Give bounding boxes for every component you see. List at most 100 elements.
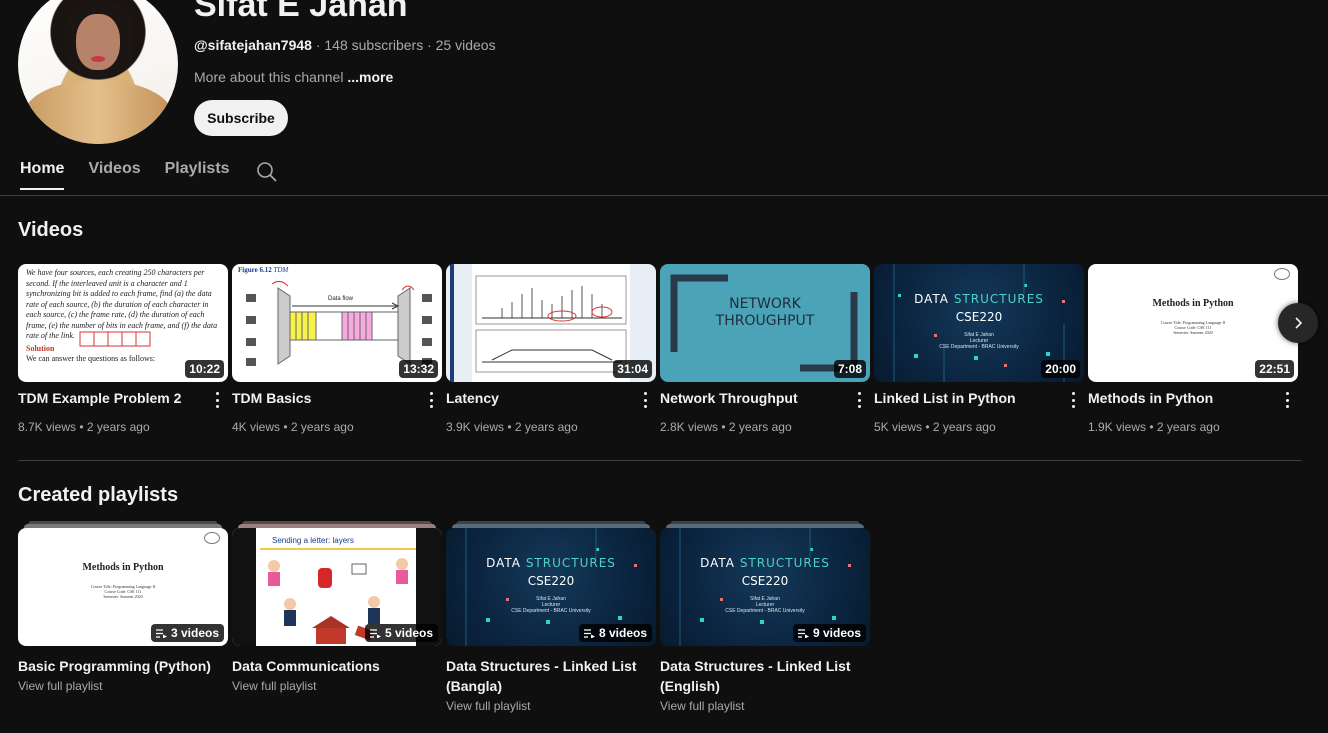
playlist-thumbnail[interactable]: Methods in Python Course Title: Programm… bbox=[18, 528, 228, 646]
playlists-section-title: Created playlists bbox=[18, 484, 179, 506]
video-title[interactable]: TDM Basics bbox=[232, 390, 311, 406]
playlist-count: 9 videos bbox=[792, 624, 866, 642]
thumb-course-info: Course Title: Programming Language II Cou… bbox=[90, 584, 156, 599]
channel-name: Sifat E Jahan bbox=[194, 0, 408, 24]
video-meta: 1.9K views • 2 years ago bbox=[1088, 420, 1220, 434]
video-thumbnail[interactable]: DATA STRUCTURES CSE220 Sifat E Jahan Lect… bbox=[874, 264, 1084, 382]
video-duration: 22:51 bbox=[1255, 360, 1294, 378]
video-age: 2 years ago bbox=[514, 420, 578, 434]
video-views: 4K views bbox=[232, 420, 281, 434]
thumb-title: DATA STRUCTURES bbox=[700, 556, 830, 570]
kebab-menu-icon[interactable] bbox=[638, 390, 652, 410]
video-age: 2 years ago bbox=[290, 420, 354, 434]
thumb-title: DATA STRUCTURES bbox=[486, 556, 616, 570]
video-thumbnail[interactable]: NETWORK THROUGHPUT 7:08 bbox=[660, 264, 870, 382]
playlist-thumbnail[interactable]: DATA STRUCTURES CSE220 Sifat E Jahan Lect… bbox=[446, 528, 656, 646]
tab-home[interactable]: Home bbox=[20, 160, 65, 190]
kebab-menu-icon[interactable] bbox=[1066, 390, 1080, 410]
university-logo-icon bbox=[204, 532, 220, 544]
video-thumbnail[interactable]: Methods in Python Course Title: Programm… bbox=[1088, 264, 1298, 382]
playlist-count: 8 videos bbox=[578, 624, 652, 642]
thumb-credits: Sifat E Jahan Lecturer CSE Department - BR… bbox=[939, 332, 1019, 350]
playlist-title[interactable]: Data Structures - Linked List (Bangla) bbox=[446, 656, 656, 696]
subscribe-button[interactable]: Subscribe bbox=[194, 100, 288, 136]
channel-about[interactable]: More about this channel ...more bbox=[194, 69, 393, 85]
thumb-solution-label: Solution bbox=[26, 344, 55, 353]
video-title[interactable]: Network Throughput bbox=[660, 390, 798, 406]
view-playlist-link[interactable]: View full playlist bbox=[660, 699, 744, 713]
about-more-link[interactable]: ...more bbox=[347, 69, 393, 85]
kebab-menu-icon[interactable] bbox=[1280, 390, 1294, 410]
video-meta: 3.9K views • 2 years ago bbox=[446, 420, 578, 434]
thumb-title: Sending a letter: layers bbox=[272, 536, 354, 545]
thumb-credits: Sifat E Jahan Lecturer CSE Department - BR… bbox=[725, 596, 805, 614]
video-card[interactable]: DATA STRUCTURES CSE220 Sifat E Jahan Lect… bbox=[874, 264, 1084, 434]
video-duration: 10:22 bbox=[185, 360, 224, 378]
tabs-divider bbox=[0, 195, 1328, 196]
video-thumbnail[interactable]: Figure 6.12 TDM Data flow 13:32 bbox=[232, 264, 442, 382]
video-card[interactable]: 31:04 Latency 3.9K views • 2 years ago bbox=[446, 264, 656, 434]
search-icon[interactable] bbox=[256, 161, 278, 183]
video-views: 2.8K views bbox=[660, 420, 719, 434]
video-card[interactable]: Figure 6.12 TDM Data flow 13:32 TDM Basi… bbox=[232, 264, 442, 434]
thumb-course: CSE220 bbox=[955, 310, 1003, 324]
kebab-menu-icon[interactable] bbox=[424, 390, 438, 410]
video-views: 3.9K views bbox=[446, 420, 505, 434]
channel-avatar[interactable] bbox=[18, 0, 178, 144]
video-title[interactable]: TDM Example Problem 2 bbox=[18, 390, 181, 406]
thumb-dataflow-label: Data flow bbox=[328, 296, 354, 302]
thumb-title: Methods in Python bbox=[82, 562, 164, 573]
thumb-title: NETWORK THROUGHPUT bbox=[715, 296, 815, 329]
playlist-title[interactable]: Data Communications bbox=[232, 656, 442, 676]
video-age: 2 years ago bbox=[932, 420, 996, 434]
playlist-title[interactable]: Data Structures - Linked List (English) bbox=[660, 656, 870, 696]
video-card[interactable]: Methods in Python Course Title: Programm… bbox=[1088, 264, 1298, 434]
playlist-icon bbox=[797, 628, 809, 638]
thumb-course: CSE220 bbox=[527, 574, 575, 588]
carousel-next-button[interactable] bbox=[1278, 303, 1318, 343]
kebab-menu-icon[interactable] bbox=[210, 390, 224, 410]
video-duration: 31:04 bbox=[613, 360, 652, 378]
video-card[interactable]: NETWORK THROUGHPUT 7:08 Network Throughpu… bbox=[660, 264, 870, 434]
view-playlist-link[interactable]: View full playlist bbox=[232, 679, 316, 693]
thumb-course-info: Course Title: Programming Language II Cou… bbox=[1160, 320, 1226, 335]
video-views: 8.7K views bbox=[18, 420, 77, 434]
tab-videos[interactable]: Videos bbox=[88, 160, 140, 190]
kebab-menu-icon[interactable] bbox=[852, 390, 866, 410]
chevron-right-icon bbox=[1295, 317, 1303, 329]
video-meta: 2.8K views • 2 years ago bbox=[660, 420, 792, 434]
video-duration: 7:08 bbox=[833, 360, 866, 378]
video-meta: 8.7K views • 2 years ago bbox=[18, 420, 150, 434]
university-logo-icon bbox=[1274, 268, 1290, 280]
video-meta: 5K views • 2 years ago bbox=[874, 420, 996, 434]
video-title[interactable]: Latency bbox=[446, 390, 499, 406]
thumb-title: DATA STRUCTURES bbox=[914, 292, 1044, 306]
video-title[interactable]: Linked List in Python bbox=[874, 390, 1016, 406]
tab-playlists[interactable]: Playlists bbox=[165, 160, 230, 190]
video-thumbnail[interactable]: 31:04 bbox=[446, 264, 656, 382]
video-card[interactable]: We have four sources, each creating 250 … bbox=[18, 264, 228, 434]
channel-stats: · 148 subscribers · 25 videos bbox=[311, 37, 496, 53]
playlist-title[interactable]: Basic Programming (Python) bbox=[18, 656, 228, 676]
video-views: 1.9K views bbox=[1088, 420, 1147, 434]
thumb-sidebar bbox=[450, 264, 454, 382]
thumb-credits: Sifat E Jahan Lecturer CSE Department - BR… bbox=[511, 596, 591, 614]
playlist-thumbnail[interactable]: DATA STRUCTURES CSE220 Sifat E Jahan Lect… bbox=[660, 528, 870, 646]
thumb-annotation-boxes bbox=[79, 331, 151, 347]
thumb-underline bbox=[260, 548, 416, 550]
video-age: 2 years ago bbox=[1156, 420, 1220, 434]
view-playlist-link[interactable]: View full playlist bbox=[446, 699, 530, 713]
view-playlist-link[interactable]: View full playlist bbox=[18, 679, 102, 693]
playlist-count: 5 videos bbox=[364, 624, 438, 642]
video-title[interactable]: Methods in Python bbox=[1088, 390, 1213, 406]
video-duration: 20:00 bbox=[1041, 360, 1080, 378]
video-thumbnail[interactable]: We have four sources, each creating 250 … bbox=[18, 264, 228, 382]
avatar-scarf bbox=[24, 80, 172, 144]
thumb-left-band bbox=[232, 528, 256, 646]
playlist-thumbnail[interactable]: Sending a letter: layers 5 videos bbox=[232, 528, 442, 646]
video-meta: 4K views • 2 years ago bbox=[232, 420, 354, 434]
thumb-course: CSE220 bbox=[741, 574, 789, 588]
playlist-icon bbox=[583, 628, 595, 638]
playlist-icon bbox=[369, 628, 381, 638]
video-views: 5K views bbox=[874, 420, 923, 434]
